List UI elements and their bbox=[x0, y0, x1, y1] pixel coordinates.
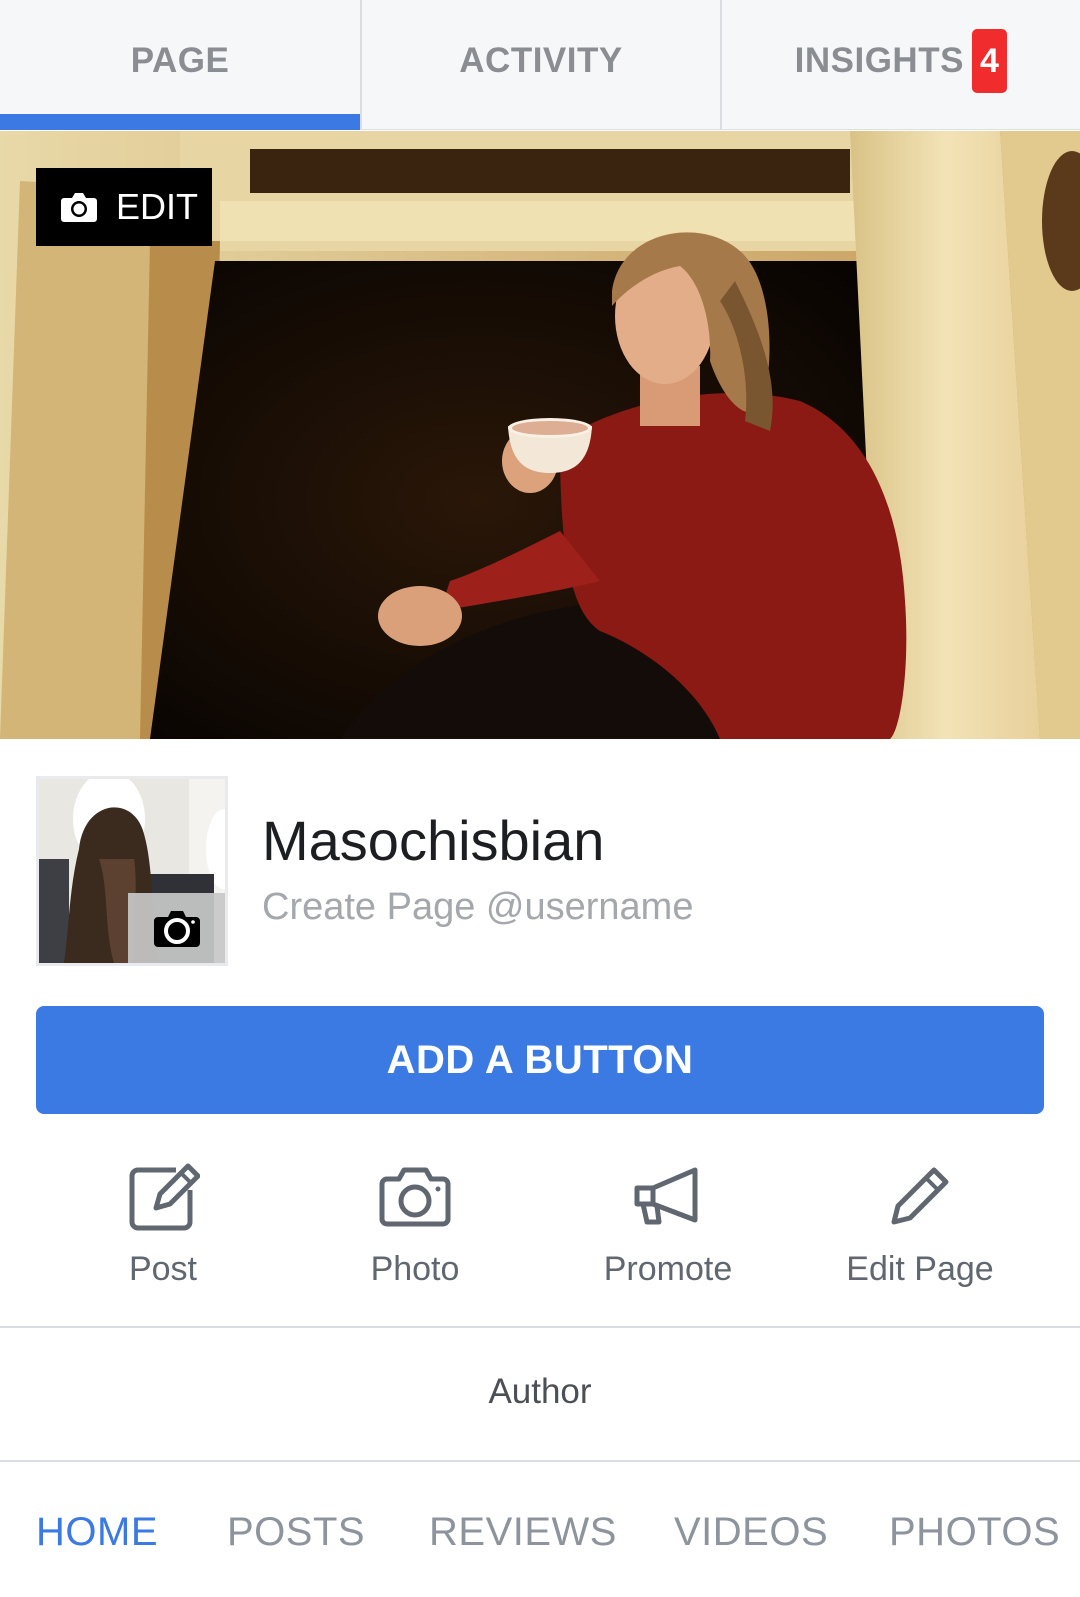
edit-cover-label: EDIT bbox=[116, 186, 199, 227]
compose-icon bbox=[129, 1163, 200, 1231]
divider bbox=[0, 1326, 1080, 1328]
tab-videos[interactable]: VIDEOS bbox=[674, 1510, 828, 1555]
cover-photo[interactable]: EDIT bbox=[0, 131, 1080, 739]
change-profile-photo-button[interactable] bbox=[128, 893, 225, 963]
tab-insights[interactable]: INSIGHTS 4 bbox=[720, 0, 1080, 130]
top-tab-bar: PAGE ACTIVITY INSIGHTS 4 bbox=[0, 0, 1080, 130]
post-action[interactable]: Post bbox=[28, 1158, 298, 1289]
photo-action[interactable]: Photo bbox=[280, 1158, 550, 1289]
promote-action[interactable]: Promote bbox=[533, 1158, 803, 1289]
tab-home[interactable]: HOME bbox=[36, 1510, 158, 1555]
page-actions: Post Photo Promote Edit Page bbox=[0, 1158, 1080, 1328]
tab-insights-label: INSIGHTS bbox=[794, 41, 964, 80]
promote-label: Promote bbox=[603, 1250, 733, 1288]
page-category: Author bbox=[488, 1372, 592, 1411]
tab-activity[interactable]: ACTIVITY bbox=[360, 0, 720, 130]
post-label: Post bbox=[128, 1250, 198, 1288]
camera-icon bbox=[61, 193, 97, 222]
tab-reviews[interactable]: REVIEWS bbox=[429, 1510, 617, 1555]
page-name: Masochisbian bbox=[262, 809, 605, 872]
create-username-link[interactable]: Create Page @username bbox=[262, 886, 693, 929]
tab-activity-label: ACTIVITY bbox=[459, 41, 623, 80]
pencil-icon bbox=[891, 1167, 949, 1225]
edit-page-action[interactable]: Edit Page bbox=[785, 1158, 1055, 1289]
tab-photos[interactable]: PHOTOS bbox=[889, 1510, 1060, 1555]
profile-picture[interactable] bbox=[36, 776, 228, 966]
edit-cover-button[interactable]: EDIT bbox=[36, 168, 212, 246]
divider bbox=[0, 1460, 1080, 1462]
camera-icon bbox=[379, 1167, 451, 1227]
camera-icon bbox=[153, 911, 200, 947]
add-a-button[interactable]: ADD A BUTTON bbox=[36, 1006, 1044, 1114]
insights-badge: 4 bbox=[971, 29, 1008, 93]
tab-posts[interactable]: POSTS bbox=[227, 1510, 365, 1555]
edit-page-label: Edit Page bbox=[846, 1250, 994, 1288]
megaphone-icon bbox=[634, 1167, 698, 1225]
tab-page[interactable]: PAGE bbox=[0, 0, 360, 130]
tab-page-label: PAGE bbox=[130, 41, 230, 80]
photo-label: Photo bbox=[370, 1250, 460, 1288]
page-section-tabs: HOME POSTS REVIEWS VIDEOS PHOTOS bbox=[0, 1510, 1080, 1570]
